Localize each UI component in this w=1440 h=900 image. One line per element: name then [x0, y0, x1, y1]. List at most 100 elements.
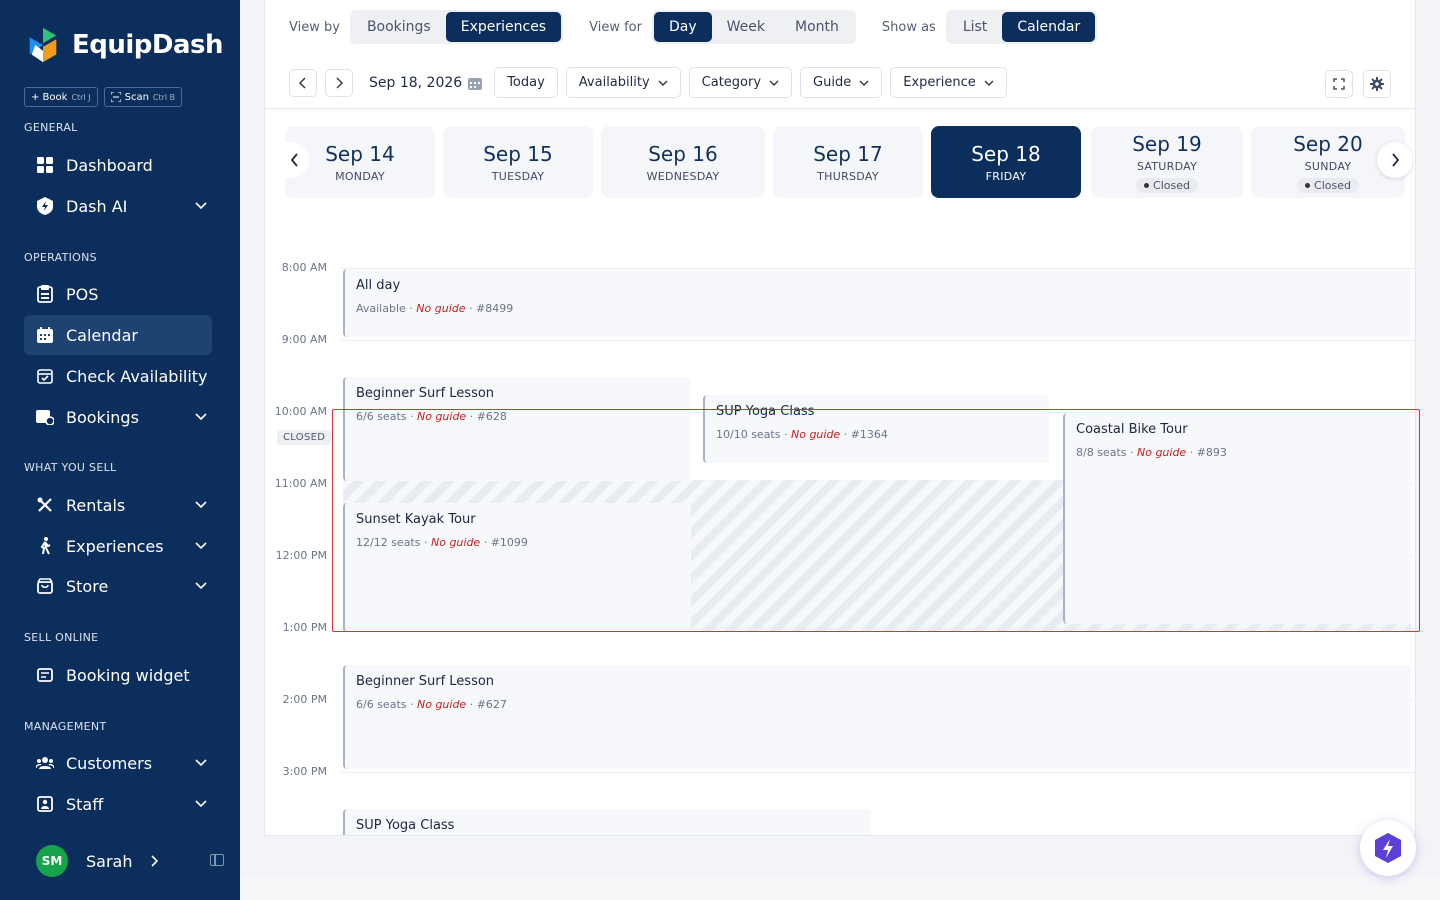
sidebar-item-pos[interactable]: POS: [24, 274, 212, 314]
section-management: MANAGEMENT: [24, 720, 107, 733]
dash-ai-fab[interactable]: [1360, 820, 1416, 876]
category-filter[interactable]: Category: [688, 67, 793, 98]
chevron-down-icon: [195, 413, 207, 421]
day-sep-17[interactable]: Sep 17 THURSDAY: [773, 126, 923, 198]
footer-area: [240, 876, 1440, 900]
time-label: 9:00 AM: [281, 333, 327, 346]
time-label: 10:00 AM: [274, 405, 327, 418]
event-beginner-surf-lesson-2[interactable]: Beginner Surf Lesson 6/6 seats · No guid…: [343, 665, 1411, 769]
sidebar: EquipDash + Book Ctrl J Scan Ctrl B GENE…: [0, 0, 240, 900]
widget-icon: [36, 666, 54, 684]
equipdash-logo-icon: [29, 27, 57, 63]
closed-badge: Closed: [1136, 177, 1198, 193]
selection-highlight: [332, 409, 1420, 632]
chevron-right-icon: [336, 77, 343, 88]
date-picker[interactable]: Sep 18, 2026: [369, 74, 483, 91]
gear-icon: [1370, 77, 1384, 91]
view-by-bookings[interactable]: Bookings: [352, 12, 446, 42]
event-info: 6/6 seats: [356, 698, 407, 711]
sidebar-item-label: Bookings: [66, 407, 139, 427]
sidebar-item-bookings[interactable]: Bookings: [24, 397, 212, 437]
panel-actions: [1325, 70, 1391, 98]
filter-label: Availability: [578, 75, 650, 90]
event-meta: Available · No guide · #8499: [356, 302, 514, 315]
time-label: 11:00 AM: [274, 477, 327, 490]
quick-actions: + Book Ctrl J Scan Ctrl B: [24, 87, 183, 107]
sidebar-item-store[interactable]: Store: [24, 566, 212, 606]
prev-date-button[interactable]: [289, 68, 317, 97]
chevron-down-icon: [195, 202, 207, 210]
chevron-down-icon: [195, 542, 207, 550]
sidebar-item-rentals[interactable]: Rentals: [24, 485, 212, 525]
next-days-button[interactable]: [1377, 142, 1413, 178]
day-sep-18[interactable]: Sep 18 FRIDAY: [931, 126, 1081, 198]
chevron-down-icon: [769, 80, 779, 86]
day-sep-16[interactable]: Sep 16 WEDNESDAY: [601, 126, 765, 198]
sidebar-item-experiences[interactable]: Experiences: [24, 526, 212, 566]
quick-book-button[interactable]: + Book Ctrl J: [24, 87, 98, 107]
view-toolbar: View by Bookings Experiences View for Da…: [289, 10, 1123, 44]
today-button[interactable]: Today: [494, 67, 558, 98]
day-weekday: FRIDAY: [985, 169, 1027, 183]
date-toolbar: Sep 18, 2026 Today Availability Category…: [289, 67, 1007, 98]
next-date-button[interactable]: [325, 68, 353, 97]
section-operations: OPERATIONS: [24, 251, 97, 264]
guide-filter[interactable]: Guide: [800, 67, 883, 98]
event-sup-yoga-class-2[interactable]: SUP Yoga Class: [343, 809, 871, 835]
sidebar-item-dashboard[interactable]: Dashboard: [24, 145, 212, 185]
view-for-week[interactable]: Week: [712, 12, 780, 42]
sidebar-item-label: Calendar: [66, 325, 138, 345]
event-info: Available: [356, 302, 406, 315]
view-for-label: View for: [589, 19, 642, 35]
calendar-icon: [468, 77, 483, 90]
users-icon: [36, 754, 54, 772]
time-label: 1:00 PM: [282, 621, 327, 634]
scan-icon: [110, 92, 121, 102]
chevron-left-icon: [290, 153, 298, 167]
day-weekday: SUNDAY: [1304, 159, 1352, 173]
day-weekday: SATURDAY: [1136, 159, 1198, 173]
day-date: Sep 14: [325, 141, 395, 166]
current-date: Sep 18, 2026: [369, 74, 463, 91]
no-guide-label: No guide: [416, 698, 467, 711]
sidebar-item-check-availability[interactable]: Check Availability: [24, 356, 212, 396]
event-title: Beginner Surf Lesson: [356, 386, 495, 401]
event-title: SUP Yoga Class: [356, 818, 455, 833]
pos-register-icon: [36, 285, 54, 303]
chevron-down-icon: [195, 800, 207, 808]
show-as-list[interactable]: List: [948, 12, 1002, 42]
sidebar-item-label: Experiences: [66, 536, 164, 556]
experience-filter[interactable]: Experience: [890, 67, 1007, 98]
sidebar-item-booking-widget[interactable]: Booking widget: [24, 655, 212, 695]
view-by-experiences[interactable]: Experiences: [445, 12, 562, 42]
show-as-calendar[interactable]: Calendar: [1002, 12, 1096, 42]
chevron-down-icon: [984, 80, 994, 86]
chevron-down-icon: [859, 80, 869, 86]
quick-scan-button[interactable]: Scan Ctrl B: [103, 87, 183, 107]
sidebar-item-dash-ai[interactable]: Dash AI: [24, 186, 212, 226]
sidebar-item-staff[interactable]: Staff: [24, 784, 212, 824]
event-title: All day: [356, 278, 401, 293]
sidebar-item-customers[interactable]: Customers: [24, 743, 212, 783]
user-menu[interactable]: SM Sarah: [36, 845, 160, 877]
settings-button[interactable]: [1363, 70, 1391, 98]
view-for-month[interactable]: Month: [780, 12, 854, 42]
availability-filter[interactable]: Availability: [565, 67, 681, 98]
chevron-left-icon: [299, 77, 306, 88]
time-label: 8:00 AM: [281, 261, 327, 274]
day-sep-15[interactable]: Sep 15 TUESDAY: [443, 126, 593, 198]
day-date: Sep 15: [483, 141, 553, 166]
sidebar-item-calendar[interactable]: Calendar: [24, 315, 212, 355]
collapse-sidebar-icon[interactable]: [210, 854, 224, 866]
day-date: Sep 17: [813, 141, 883, 166]
section-what-you-sell: WHAT YOU SELL: [24, 461, 117, 474]
event-all-day[interactable]: All day Available · No guide · #8499: [343, 269, 1411, 337]
filter-label: Guide: [813, 75, 852, 90]
event-meta: 6/6 seats · No guide · #627: [356, 698, 507, 711]
fullscreen-button[interactable]: [1325, 70, 1353, 98]
chevron-down-icon: [195, 582, 207, 590]
day-sep-19[interactable]: Sep 19 SATURDAY Closed: [1091, 126, 1243, 198]
view-for-day[interactable]: Day: [653, 12, 712, 42]
app-logo[interactable]: EquipDash: [24, 26, 224, 64]
quick-scan-label: Scan: [124, 91, 149, 103]
